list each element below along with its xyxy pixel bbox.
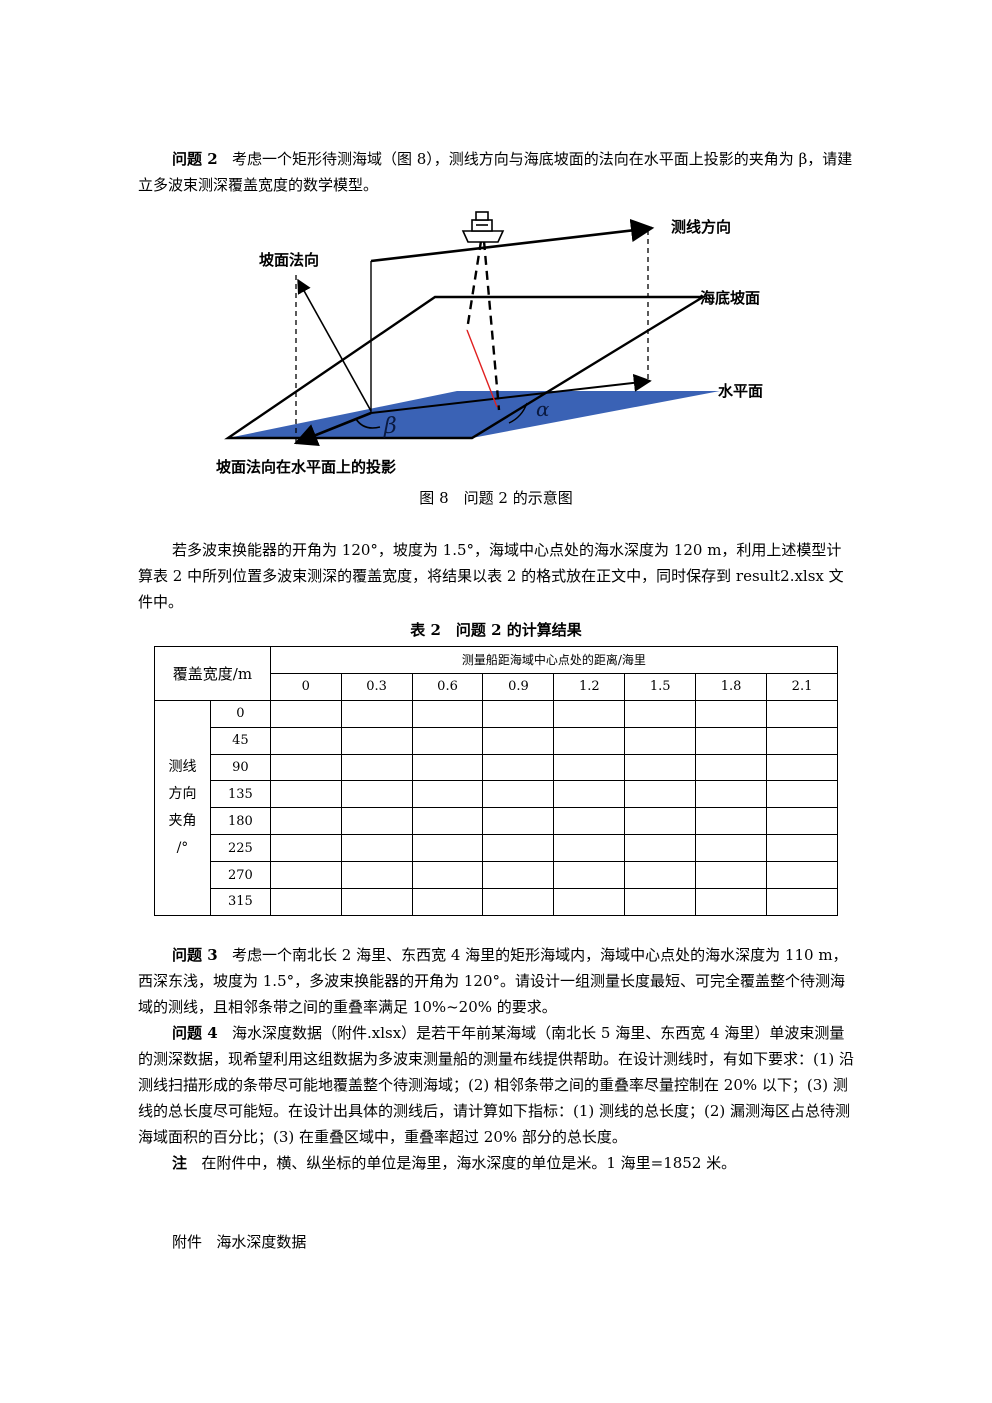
ship-icon xyxy=(461,211,505,243)
angle-row-header: 测线 方向 夹角 /° xyxy=(154,699,211,916)
alpha-symbol: α xyxy=(536,397,550,421)
table-caption: 表 2 问题 2 的计算结果 xyxy=(410,621,582,639)
distance-col: 1.5 xyxy=(624,672,697,701)
label-seabed-slope: 海底坡面 xyxy=(700,289,761,307)
q3-label: 问题 3 xyxy=(172,946,218,964)
label-normal-projection: 坡面法向在水平面上的投影 xyxy=(216,458,397,476)
angle-cell: 135 xyxy=(209,780,271,809)
angle-cell: 180 xyxy=(209,807,271,836)
angle-cell: 315 xyxy=(209,888,271,916)
q3-text: 考虑一个南北长 2 海里、东西宽 4 海里的矩形海域内，海域中心点处的海水深度为… xyxy=(138,946,848,1016)
note-label: 注 xyxy=(172,1154,188,1172)
distance-col: 2.1 xyxy=(766,672,838,701)
angle-cell: 90 xyxy=(209,753,271,782)
label-survey-direction: 测线方向 xyxy=(671,218,732,236)
label-horizontal-plane: 水平面 xyxy=(718,382,764,400)
distance-header: 测量船距海域中心点处的距离/海里 xyxy=(269,646,839,674)
slope-normal-arrow xyxy=(297,278,372,412)
horizontal-plane xyxy=(228,391,720,438)
distance-col: 1.8 xyxy=(695,672,768,701)
distance-col: 0.9 xyxy=(482,672,555,701)
distance-col: 0.3 xyxy=(340,672,413,701)
angle-cell: 45 xyxy=(209,726,271,755)
q2-paragraph: 问题 2 考虑一个矩形待测海域（图 8），测线方向与海底坡面的法向在水平面上投影… xyxy=(138,146,856,198)
distance-col: 1.2 xyxy=(553,672,626,701)
beta-symbol: β xyxy=(383,414,397,439)
distance-col: 0 xyxy=(269,672,342,701)
attachment-label: 附件 xyxy=(172,1233,203,1251)
angle-cell: 0 xyxy=(209,699,271,728)
q4-paragraph: 问题 4 海水深度数据（附件.xlsx）是若干年前某海域（南北长 5 海里、东西… xyxy=(138,1020,856,1150)
q4-label: 问题 4 xyxy=(172,1024,218,1042)
results-table: 覆盖宽度/m 测量船距海域中心点处的距离/海里 0 0.3 0.6 0.9 1.… xyxy=(154,646,839,916)
label-slope-normal: 坡面法向 xyxy=(259,251,320,269)
attachment-line: 附件 海水深度数据 xyxy=(138,1229,856,1255)
angle-cell: 270 xyxy=(209,861,271,890)
q3-q4-section: 问题 3 考虑一个南北长 2 海里、东西宽 4 海里的矩形海域内，海域中心点处的… xyxy=(138,942,856,1176)
distance-col: 0.6 xyxy=(411,672,484,701)
q2-text: 考虑一个矩形待测海域（图 8），测线方向与海底坡面的法向在水平面上投影的夹角为 … xyxy=(138,150,853,194)
q2-label: 问题 2 xyxy=(172,150,218,168)
q4-text: 海水深度数据（附件.xlsx）是若干年前某海域（南北长 5 海里、东西宽 4 海… xyxy=(138,1024,855,1146)
angle-cell: 225 xyxy=(209,834,271,863)
note-text: 在附件中，横、纵坐标的单位是海里，海水深度的单位是米。1 海里=1852 米。 xyxy=(201,1154,737,1172)
attachment-text: 海水深度数据 xyxy=(216,1233,307,1251)
intro-paragraph: 若多波束换能器的开角为 120°，坡度为 1.5°，海域中心点处的海水深度为 1… xyxy=(138,541,844,611)
figure-caption: 图 8 问题 2 的示意图 xyxy=(419,489,573,507)
figure-8-diagram: β α xyxy=(224,211,720,447)
table-corner-header: 覆盖宽度/m xyxy=(154,646,271,701)
note-paragraph: 注 在附件中，横、纵坐标的单位是海里，海水深度的单位是米。1 海里=1852 米… xyxy=(138,1150,856,1176)
q3-paragraph: 问题 3 考虑一个南北长 2 海里、东西宽 4 海里的矩形海域内，海域中心点处的… xyxy=(138,942,856,1020)
survey-direction-arrow xyxy=(370,218,655,263)
